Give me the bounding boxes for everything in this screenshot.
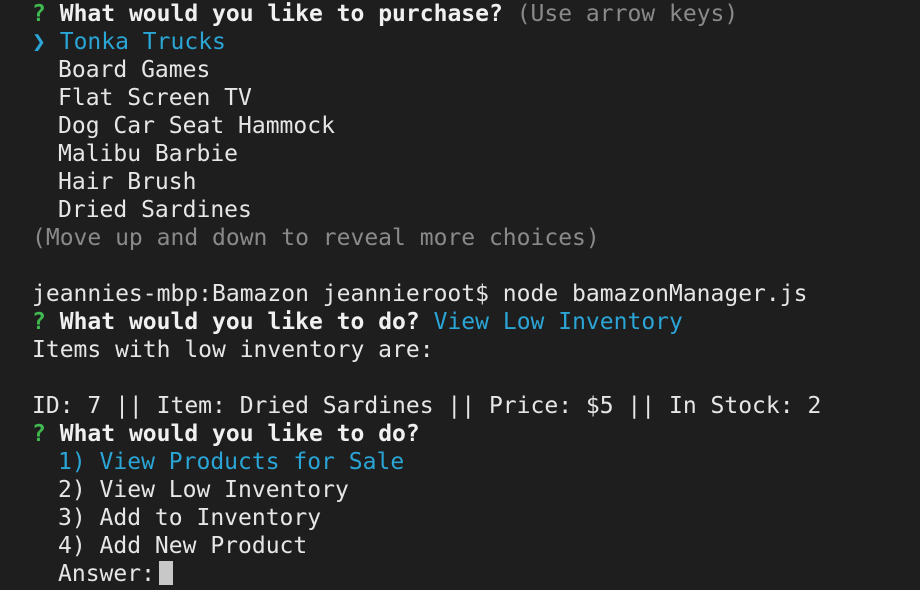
purchase-option-label: Tonka Trucks [59,29,226,55]
purchase-option[interactable]: Malibu Barbie [32,140,920,168]
purchase-option[interactable]: Dog Car Seat Hammock [32,112,920,140]
question-mark-icon: ? [32,309,46,335]
action-option[interactable]: 3) Add to Inventory [32,504,920,532]
question-mark-icon: ? [32,1,46,27]
inventory-row: ID: 7 || Item: Dried Sardines || Price: … [32,393,822,419]
purchase-question: What would you like to purchase? [59,1,503,27]
shell-command-line: jeannies-mbp:Bamazon jeannieroot$ node b… [32,281,808,307]
action-option[interactable]: 2) View Low Inventory [32,476,920,504]
purchase-option-selected[interactable]: ❯ Tonka Trucks [32,28,920,56]
question-mark-icon: ? [32,421,46,447]
purchase-question-line: ? What would you like to purchase? (Use … [32,0,920,28]
pointer-icon: ❯ [32,29,46,55]
action-option[interactable]: 4) Add New Product [32,532,920,560]
purchase-option[interactable]: Flat Screen TV [32,84,920,112]
low-inventory-header: Items with low inventory are: [32,337,434,363]
purchase-option[interactable]: Hair Brush [32,168,920,196]
purchase-option[interactable]: Dried Sardines [32,196,920,224]
arrow-keys-hint: (Use arrow keys) [516,1,739,27]
action-question: What would you like to do? [59,421,420,447]
action-question-line: ? What would you like to do? View Low In… [32,308,920,336]
terminal-window[interactable]: ? What would you like to purchase? (Use … [32,0,920,590]
purchase-option[interactable]: Board Games [32,56,920,84]
text-cursor[interactable] [158,561,173,585]
answer-label: Answer: [58,561,155,587]
action-question-line: ? What would you like to do? [32,420,920,448]
action-answer: View Low Inventory [433,309,683,335]
action-option-selected[interactable]: 1) View Products for Sale [32,448,920,476]
action-question: What would you like to do? [59,309,420,335]
more-choices-hint: (Move up and down to reveal more choices… [32,225,600,251]
answer-line[interactable]: Answer: [32,560,920,588]
